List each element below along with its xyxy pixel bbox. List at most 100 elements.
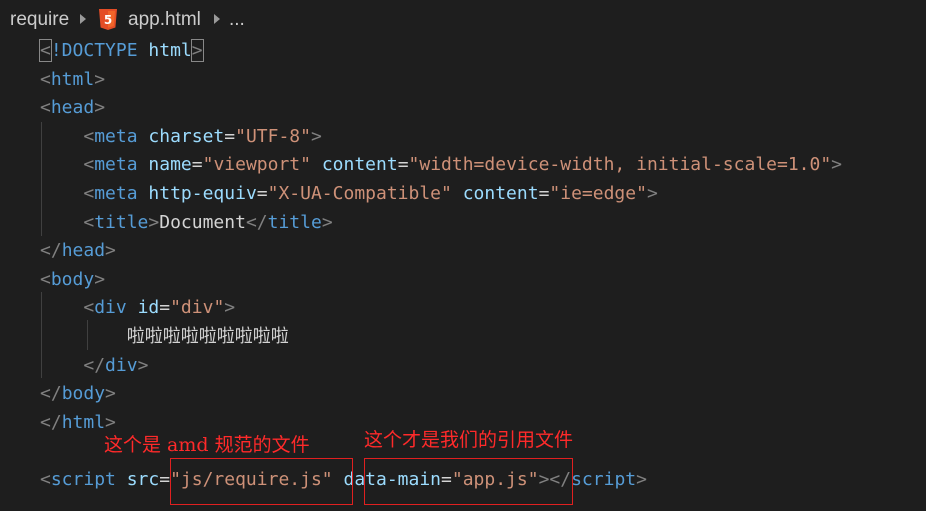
code-line[interactable]: <div id="div"> — [40, 294, 235, 322]
code-token: < — [40, 68, 51, 90]
code-token: </ — [245, 211, 268, 233]
code-line[interactable]: </head> — [40, 237, 116, 265]
code-token: > — [310, 125, 322, 147]
annotation-amd-file: 这个是 amd 规范的文件 — [104, 434, 310, 456]
code-line[interactable]: <html> — [40, 66, 105, 94]
code-line[interactable]: <meta http-equiv="X-UA-Compatible" conte… — [40, 180, 658, 208]
code-token: > — [137, 354, 149, 376]
code-token: </ — [40, 383, 62, 405]
code-token: = — [538, 183, 550, 204]
code-token: > — [224, 297, 236, 319]
code-token: > — [636, 469, 647, 490]
code-token: "X-UA-Compatible" — [267, 183, 452, 204]
code-token: title — [94, 211, 149, 233]
code-token: < — [39, 39, 52, 62]
code-token: http-equiv — [148, 183, 257, 204]
code-token: html — [148, 40, 192, 61]
code-token: > — [94, 268, 106, 290]
code-line[interactable]: <head> — [40, 94, 105, 122]
code-token: = — [397, 154, 409, 176]
code-token: "ie=edge" — [549, 183, 647, 204]
code-token: "div" — [170, 297, 225, 319]
code-token: < — [83, 154, 95, 176]
code-token: < — [83, 125, 95, 147]
code-token: title — [267, 211, 322, 233]
code-token: head — [50, 97, 95, 119]
code-token: script — [50, 469, 116, 490]
annotation-reference-file: 这个才是我们的引用文件 — [364, 429, 574, 451]
code-token: div — [105, 354, 138, 376]
code-token: </ — [83, 354, 106, 376]
code-token: charset — [148, 125, 225, 147]
code-token: !DOCTYPE — [50, 40, 138, 61]
code-token: "width=device-width, initial-scale=1.0" — [408, 154, 832, 176]
code-token: script — [571, 469, 637, 490]
code-token: html — [61, 411, 106, 433]
code-line[interactable]: <meta charset="UTF-8"> — [40, 123, 322, 151]
code-line[interactable]: <!DOCTYPE html> — [39, 37, 204, 65]
highlight-box-src — [170, 458, 353, 505]
code-token: > — [94, 97, 106, 119]
code-token: = — [159, 297, 171, 319]
code-token: content — [462, 183, 539, 204]
code-token: meta — [94, 183, 138, 204]
code-token: = — [256, 183, 268, 204]
code-token: "UTF-8" — [235, 125, 311, 147]
code-token: name — [148, 154, 192, 176]
code-token: < — [83, 211, 95, 233]
code-token: html — [50, 68, 95, 90]
code-token: body — [61, 383, 106, 405]
code-token: > — [105, 383, 116, 405]
code-token: head — [61, 240, 106, 262]
code-token: < — [83, 183, 95, 204]
code-token: = — [159, 469, 171, 490]
code-token: "viewport" — [202, 154, 311, 176]
code-token: > — [94, 68, 106, 90]
code-token: > — [321, 211, 333, 233]
code-token: </ — [40, 240, 62, 262]
code-token: content — [321, 154, 398, 176]
code-token: = — [224, 125, 236, 147]
code-line[interactable]: </body> — [40, 380, 116, 408]
code-line[interactable]: </div> — [40, 352, 148, 380]
code-token: meta — [94, 154, 138, 176]
code-line[interactable]: 啦啦啦啦啦啦啦啦啦 — [40, 323, 289, 351]
code-token: < — [40, 268, 51, 290]
code-token: meta — [94, 125, 138, 147]
code-line[interactable]: <title>Document</title> — [40, 209, 333, 237]
code-token: > — [646, 183, 658, 204]
code-token: > — [148, 211, 160, 233]
code-token: = — [191, 154, 203, 176]
code-token: Document — [159, 211, 246, 233]
code-token: id — [137, 297, 160, 319]
code-line[interactable]: <meta name="viewport" content="width=dev… — [40, 151, 842, 179]
code-token: 啦啦啦啦啦啦啦啦啦 — [126, 326, 289, 347]
code-token: < — [83, 297, 95, 319]
code-token: > — [105, 240, 116, 262]
code-line[interactable]: <body> — [40, 266, 105, 294]
code-token: > — [190, 39, 204, 62]
code-token: > — [831, 154, 843, 176]
code-token: < — [40, 469, 51, 490]
code-token: src — [126, 469, 160, 490]
highlight-box-data-main — [364, 458, 573, 505]
code-token: body — [50, 268, 95, 290]
code-token: < — [40, 97, 51, 119]
code-token: </ — [40, 411, 62, 433]
code-token: div — [94, 297, 127, 319]
